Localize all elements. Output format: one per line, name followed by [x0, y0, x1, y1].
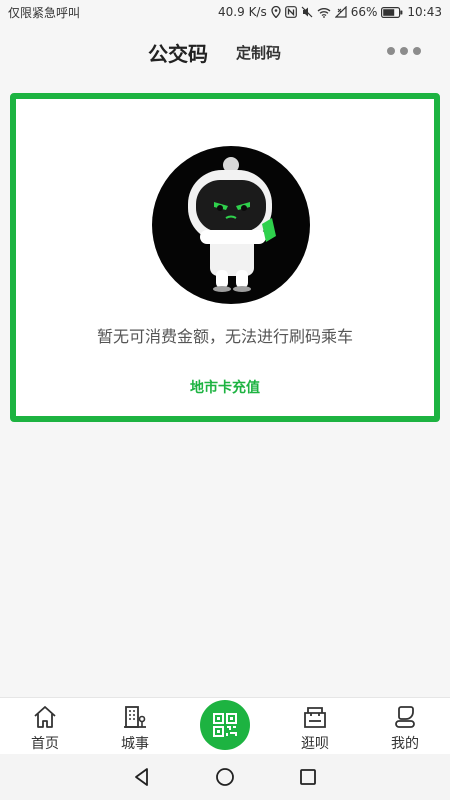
no-balance-message: 暂无可消费金额，无法进行刷码乘车 — [96, 327, 353, 346]
city-building-icon — [123, 704, 147, 730]
back-triangle-icon[interactable] — [130, 765, 154, 789]
tab-profile[interactable]: 我的 — [360, 698, 450, 755]
more-dots-icon[interactable] — [382, 38, 426, 64]
tab-qr-code[interactable] — [180, 698, 270, 755]
location-icon — [271, 6, 281, 18]
tab-home-label: 首页 — [31, 736, 59, 752]
battery-percent: 66% — [350, 5, 378, 19]
bottom-tab-bar: 首页 城事 逛呗 我的 — [0, 697, 450, 755]
bus-code-card: 暂无可消费金额，无法进行刷码乘车 地市卡充值 — [10, 93, 440, 422]
robot-mascot-illustration — [152, 146, 310, 304]
net-speed: 40.9 K/s — [218, 5, 267, 19]
tab-profile-label: 我的 — [391, 736, 419, 752]
tab-home[interactable]: 首页 — [0, 698, 90, 755]
clock: 10:43 — [407, 5, 442, 19]
wifi-icon — [317, 7, 331, 18]
profile-icon — [393, 704, 417, 730]
mute-icon — [301, 6, 313, 18]
tab-custom-code[interactable]: 定制码 — [236, 42, 281, 63]
tab-shop-label: 逛呗 — [301, 736, 329, 752]
tab-shop[interactable]: 逛呗 — [270, 698, 360, 755]
nfc-icon — [284, 6, 297, 18]
recharge-link[interactable]: 地市卡充值 — [16, 377, 434, 397]
qr-code-icon — [200, 700, 250, 750]
tab-city-label: 城事 — [121, 736, 149, 752]
status-right: 40.9 K/s 66% 10:43 — [218, 5, 442, 19]
app-header: 公交码 定制码 — [0, 24, 450, 80]
home-circle-icon[interactable] — [213, 765, 237, 789]
shop-icon — [303, 704, 327, 730]
status-left-text: 仅限紧急呼叫 — [8, 5, 81, 20]
recents-square-icon[interactable] — [296, 765, 320, 789]
tab-city[interactable]: 城事 — [90, 698, 180, 755]
home-icon — [33, 704, 57, 730]
status-bar: 仅限紧急呼叫 40.9 K/s 66% 10:43 — [0, 0, 450, 24]
system-nav-bar — [0, 754, 450, 800]
battery-icon — [381, 6, 403, 18]
page-title: 公交码 — [148, 42, 208, 66]
signal-icon — [334, 6, 347, 18]
